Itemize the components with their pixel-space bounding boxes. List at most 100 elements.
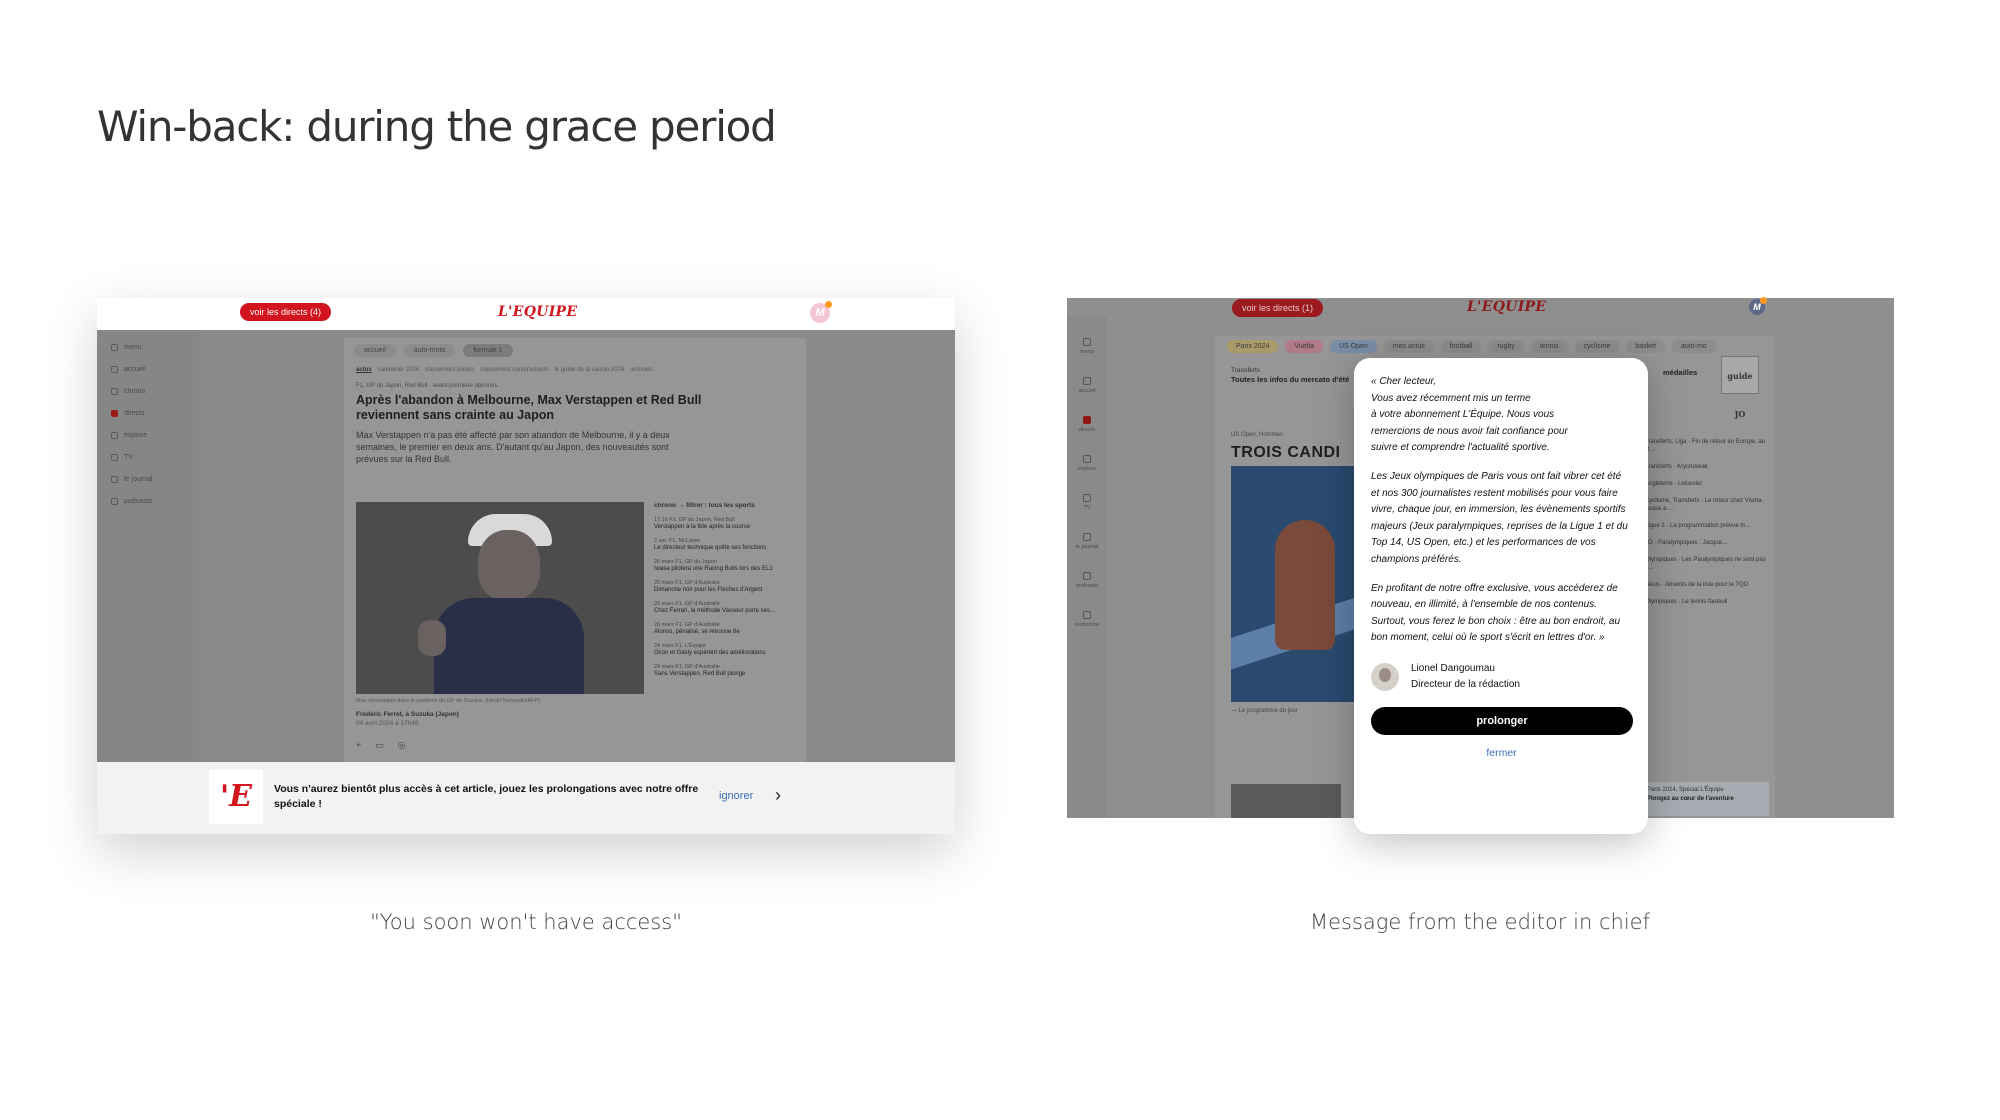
nav-recherche[interactable]: recherche <box>1067 611 1107 628</box>
tab-rugby[interactable]: rugby <box>1488 340 1524 353</box>
add-icon[interactable]: + <box>356 740 361 751</box>
prolonger-button[interactable]: prolonger <box>1371 706 1633 735</box>
subtab-actus[interactable]: actus <box>356 367 372 373</box>
caption-left: "You soon won't have access" <box>370 910 682 934</box>
chrono-meta: 24 mars F1, GP d'Australie <box>654 664 720 670</box>
chrono-item[interactable]: 24 mars F1, L'Équipe Ocon et Gasly espère… <box>654 643 794 657</box>
tab-basket[interactable]: basket <box>1626 340 1666 353</box>
user-avatar[interactable]: M <box>810 301 832 323</box>
photo-body-shape <box>434 598 584 694</box>
chrono-item[interactable]: 26 mars F1, GP d'Australie Dimanche noir … <box>654 580 794 594</box>
article-content: accueil auto-moto formule 1 actus calend… <box>344 338 806 762</box>
tab-paris-2024[interactable]: Paris 2024 <box>1227 340 1279 353</box>
nav-label: chrono <box>124 387 146 395</box>
tab-vuelta[interactable]: Vuelta <box>1285 340 1324 353</box>
nav-podcasts[interactable]: podcasts <box>1067 572 1107 589</box>
compass-icon <box>111 431 118 439</box>
lequipe-logo[interactable]: L'EQUIPE <box>1467 299 1546 315</box>
compass-icon <box>1083 455 1091 463</box>
tab-us-open[interactable]: US Open <box>1330 340 1377 353</box>
tab-auto-moto[interactable]: auto-moto <box>403 344 456 357</box>
clock-icon <box>111 387 118 395</box>
menu-icon <box>1083 338 1091 346</box>
feature-kicker: US Open, Hommes <box>1231 432 1284 438</box>
chrono-title: Alonso, pénalisé, se retrouve 8e <box>654 629 740 635</box>
nav-explore[interactable]: explore <box>1067 455 1107 472</box>
share-icon[interactable]: ◎ <box>398 740 406 751</box>
tab-cyclisme[interactable]: cyclisme <box>1574 340 1620 353</box>
bottom-thumbnail[interactable] <box>1231 784 1341 818</box>
nav-explore[interactable]: explore <box>97 424 199 446</box>
comment-icon[interactable]: ▭ <box>375 740 384 751</box>
nav-label: podcasts <box>1075 583 1098 589</box>
subtab-archives[interactable]: archives <box>630 367 652 373</box>
subtab-constructeurs[interactable]: classement constructeurs <box>480 367 548 373</box>
live-button[interactable]: voir les directs (1) <box>1232 299 1324 317</box>
chrono-meta: 2 avr. F1, McLaren <box>654 538 700 544</box>
tab-mes-actus[interactable]: mes actus <box>1383 340 1434 353</box>
feature-headline[interactable]: TROIS CANDI <box>1231 444 1341 462</box>
list-item[interactable]: Cyclisme, Transferts · Le retour chez Vi… <box>1645 497 1770 513</box>
tab-auto-moto[interactable]: auto-mo <box>1672 340 1716 353</box>
medals-link[interactable]: médailles <box>1663 368 1697 377</box>
close-link[interactable]: fermer <box>1371 747 1632 759</box>
chrono-meta: 24 mars F1, L'Équipe <box>654 643 707 649</box>
list-item[interactable]: Transferts, Liga · Fin de retour en Euro… <box>1645 438 1770 454</box>
nav-chrono[interactable]: chrono <box>97 380 199 402</box>
nav-directs[interactable]: directs <box>1067 416 1107 433</box>
chrono-item[interactable]: 26 mars F1, GP d'Australie Chez Ferrari, … <box>654 601 794 615</box>
subtab-guide[interactable]: le guide de la saison 2024 <box>554 367 624 373</box>
nav-menu[interactable]: menu <box>97 336 199 358</box>
ignore-link[interactable]: ignorer <box>719 790 753 802</box>
nav-tv[interactable]: TV <box>1067 494 1107 511</box>
tab-tennis[interactable]: tennis <box>1530 340 1568 353</box>
nav-podcasts[interactable]: podcasts <box>97 490 199 512</box>
modal-paragraph-1: « Cher lecteur, Vous avez récemment mis … <box>1371 374 1632 457</box>
chrono-item[interactable]: 24 mars F1, GP d'Australie Sans Verstappe… <box>654 664 794 678</box>
nav-menu[interactable]: menu <box>1067 338 1107 355</box>
feature-photo[interactable] <box>1231 466 1361 702</box>
chrono-title: Verstappen à la fête après la course <box>654 524 751 530</box>
nav-tv[interactable]: TV <box>97 446 199 468</box>
list-item[interactable]: Olympiques · Le tennis fauteuil <box>1645 598 1770 606</box>
editor-role: Directeur de la rédaction <box>1411 678 1520 690</box>
chrono-item[interactable]: 26 mars F1, GP du Japon Iwasa pilotera un… <box>654 559 794 573</box>
modal-line: Vous avez récemment mis un terme <box>1371 392 1531 404</box>
tab-football[interactable]: football <box>1440 340 1482 353</box>
transfer-card[interactable]: Transferts Toutes les infos du mercato d… <box>1231 366 1349 384</box>
nav-journal[interactable]: le journal <box>1067 533 1107 550</box>
nav-accueil[interactable]: accueil <box>97 358 199 380</box>
banner-message[interactable]: Vous n'aurez bientôt plus accès à cet ar… <box>274 782 714 812</box>
chrono-item[interactable]: 2 avr. F1, McLaren Le directeur technique… <box>654 538 794 552</box>
chrono-item[interactable]: 26 mars F1, GP d'Australie Alonso, pénali… <box>654 622 794 636</box>
editor-message-modal: « Cher lecteur, Vous avez récemment mis … <box>1354 358 1648 834</box>
user-avatar[interactable]: M <box>1749 297 1767 315</box>
promo-card[interactable]: Paris 2024, Spécial L'Équipe Plongez au … <box>1643 782 1769 816</box>
subtab-calendrier[interactable]: calendrier 2024 <box>378 367 419 373</box>
chrono-item[interactable]: 17:16 F1, GP du Japon, Red Bull Verstappe… <box>654 517 794 531</box>
tab-formule-1[interactable]: formule 1 <box>463 344 513 357</box>
tab-accueil[interactable]: accueil <box>354 344 396 357</box>
subtab-pilotes[interactable]: classement pilotes <box>425 367 474 373</box>
live-button[interactable]: voir les directs (4) <box>240 303 332 321</box>
nav-label: TV <box>124 453 133 461</box>
lequipe-logo[interactable]: L'EQUIPE <box>498 304 577 320</box>
list-item[interactable]: JO · Paralympiques : Jacque... <box>1645 539 1770 547</box>
list-item[interactable]: Transferts · Krychowiak <box>1645 463 1770 471</box>
nav-directs[interactable]: directs <box>97 402 199 424</box>
modal-line: à votre abonnement L'Équipe. Nous vous <box>1371 409 1555 421</box>
list-item[interactable]: Olympiques · Les Paralympiques ne sont p… <box>1645 556 1770 572</box>
nav-label: directs <box>124 409 145 417</box>
list-item[interactable]: Bleus · Absents de la liste pour le TQO <box>1645 581 1770 589</box>
guide-jo-badge[interactable]: guide JO <box>1721 356 1759 419</box>
nav-accueil[interactable]: accueil <box>1067 377 1107 394</box>
screenshot-grace-banner: voir les directs (4) L'EQUIPE M menu acc… <box>97 298 955 834</box>
page-dimmed: menu accueil chrono directs explore TV l… <box>97 330 955 762</box>
editor-name: Lionel Dangoumau <box>1411 662 1495 674</box>
list-item[interactable]: Angleterre · Leicester <box>1645 480 1770 488</box>
nav-label: accueil <box>124 365 146 373</box>
list-item[interactable]: Ligue 2 · La programmation prévue m... <box>1645 522 1770 530</box>
nav-journal[interactable]: le journal <box>97 468 199 490</box>
chrono-header[interactable]: chrono → filtrer : tous les sports <box>654 502 794 509</box>
chevron-right-icon[interactable]: › <box>775 785 781 806</box>
